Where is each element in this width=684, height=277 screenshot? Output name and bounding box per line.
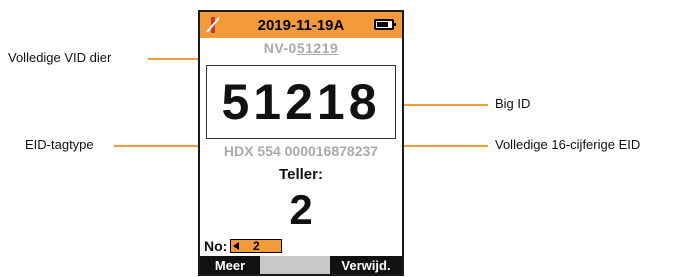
big-id-display: 51218	[206, 65, 396, 139]
no-value: 2	[252, 239, 260, 253]
no-field[interactable]: 2	[230, 239, 283, 253]
no-signal-icon	[206, 17, 220, 33]
status-bar: 2019-11-19A	[200, 12, 402, 38]
status-date: 2019-11-19A	[257, 16, 345, 34]
battery-icon	[374, 19, 396, 30]
vid-label: NV-051219	[200, 40, 402, 56]
softkey-bar: Meer Verwijd.	[200, 256, 402, 274]
arrow-left-icon[interactable]	[233, 242, 240, 250]
no-row: No: 2	[204, 238, 283, 254]
vid-prefix: NV-0	[263, 40, 297, 56]
no-label: No:	[204, 238, 228, 254]
callout-vid: Volledige VID dier	[8, 50, 112, 65]
teller-value: 2	[289, 186, 313, 233]
teller-label: Teller:	[279, 166, 323, 183]
callout-eid: Volledige 16-cijferige EID	[495, 137, 641, 152]
leader-line-eid	[392, 145, 488, 147]
eid-label: HDX 554 000016878237	[223, 143, 379, 159]
callout-big-id: Big ID	[495, 96, 531, 111]
softkey-verwijd[interactable]: Verwijd.	[330, 256, 402, 274]
vid-digits: 51219	[296, 40, 339, 56]
callout-tag-type: EID-tagtype	[25, 137, 94, 152]
softkey-middle[interactable]	[260, 256, 330, 274]
device-screen: 2019-11-19A NV-051219 51218 HDX 554 0000…	[198, 10, 404, 276]
leader-line-tag-type	[114, 145, 202, 147]
softkey-meer[interactable]: Meer	[200, 256, 260, 274]
